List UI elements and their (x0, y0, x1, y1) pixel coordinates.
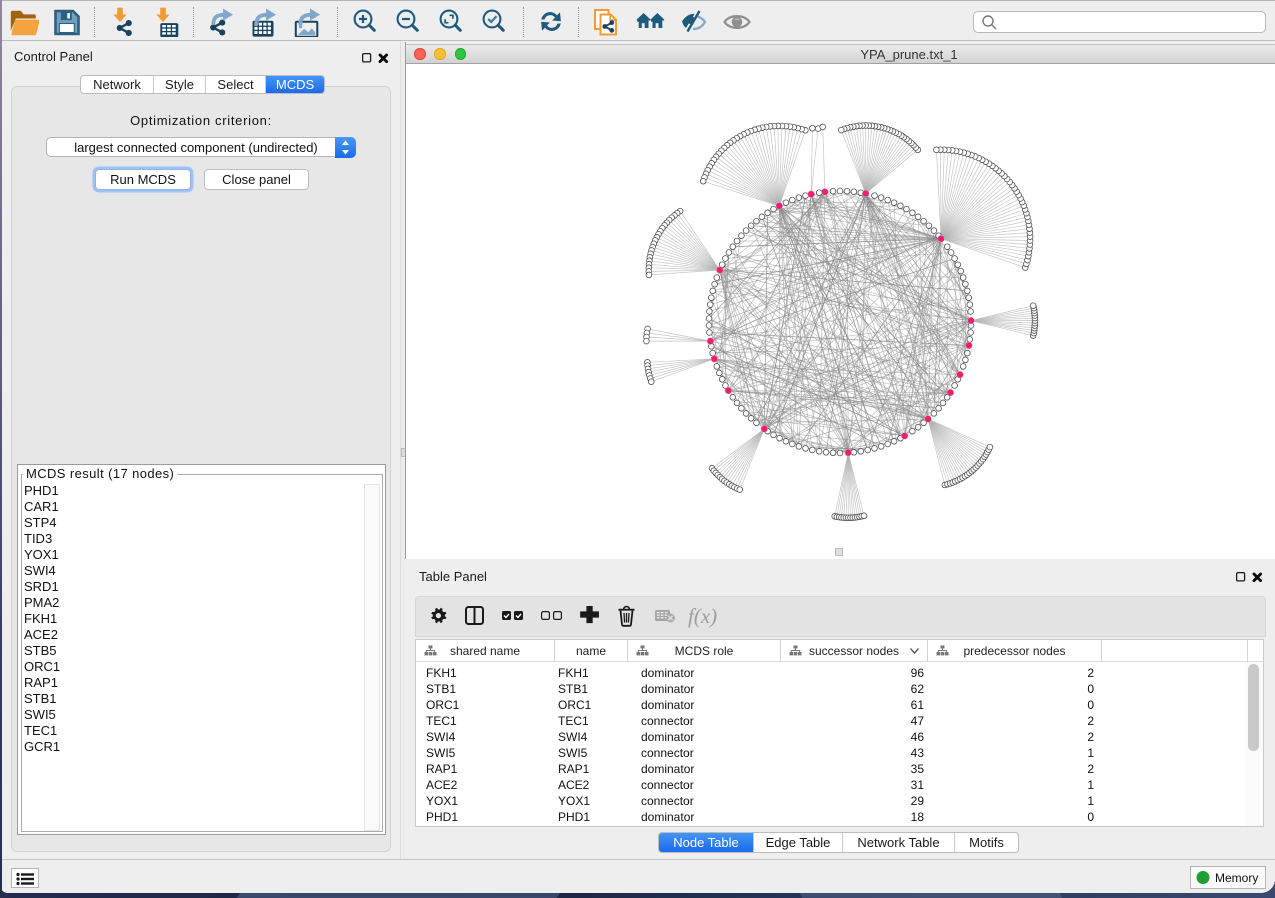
svg-text:f(x): f(x) (688, 604, 717, 628)
svg-text:Memory: Memory (1215, 871, 1258, 885)
